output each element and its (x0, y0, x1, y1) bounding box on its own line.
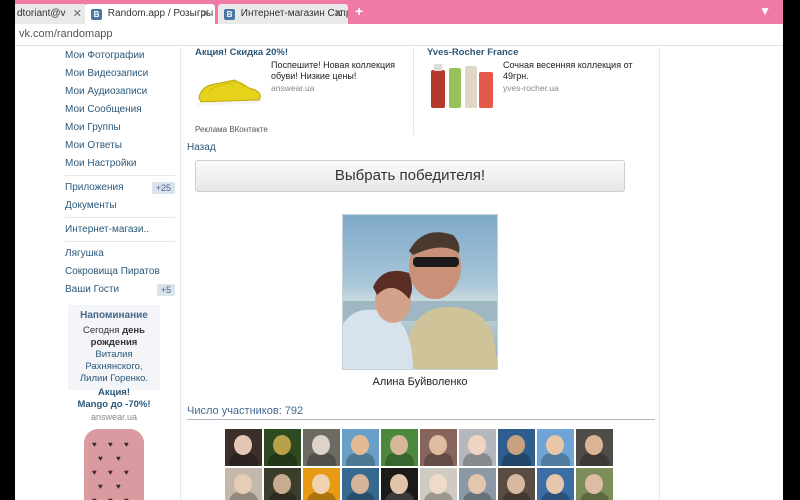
vk-favicon-icon: В (91, 8, 102, 20)
tab-mail[interactable]: dtoriant@v ✕ (15, 4, 87, 24)
nav-my-settings[interactable]: Мои Настройки (65, 155, 175, 173)
close-icon[interactable]: ✕ (201, 4, 210, 24)
nav-internet-shop[interactable]: Интернет-магази.. (65, 221, 175, 239)
back-link[interactable]: Назад (187, 142, 216, 153)
birthday-person-link[interactable]: Рахнянского, (72, 361, 156, 373)
vk-page: Мои Фотографии Мои Видеозаписи Мои Аудио… (15, 47, 783, 500)
ad-divider (413, 47, 414, 135)
winner-photo-image (343, 232, 497, 369)
participant-avatar[interactable] (264, 468, 301, 500)
winner-photo[interactable] (342, 214, 498, 370)
participants-count: Число участников: 792 (187, 405, 655, 420)
birthday-reminder: Напоминание Сегодня день рождения Витали… (68, 305, 160, 390)
address-bar[interactable]: vk.com/randomapp (15, 24, 783, 46)
browser-menu-icon[interactable]: ▼ (759, 4, 771, 18)
close-icon[interactable]: ✕ (334, 4, 343, 24)
birthday-person-link[interactable]: Лилии Горенко. (72, 373, 156, 385)
browser-window: dtoriant@v ✕ В Random.app / Розыгры ✕ В … (15, 0, 783, 500)
app-content: Акция! Скидка 20%! Поспешите! Новая колл… (180, 47, 660, 500)
participant-avatar[interactable] (498, 468, 535, 500)
participant-avatar[interactable] (459, 429, 496, 466)
nav-label: Ваши Гости (65, 284, 120, 295)
new-tab-button[interactable]: + (355, 3, 363, 19)
reminder-line: Сегодня день (83, 325, 145, 336)
participant-avatar[interactable] (576, 468, 613, 500)
close-icon[interactable]: ✕ (73, 4, 82, 24)
url-text[interactable]: vk.com/randomapp (19, 28, 113, 40)
participant-avatar[interactable] (303, 468, 340, 500)
left-navigation: Мои Фотографии Мои Видеозаписи Мои Аудио… (65, 47, 175, 299)
tab-random-app[interactable]: В Random.app / Розыгры ✕ (85, 4, 215, 24)
vk-favicon-icon: В (224, 8, 235, 20)
nav-divider (65, 217, 175, 218)
nav-divider (65, 241, 175, 242)
participant-avatar[interactable] (225, 468, 262, 500)
participant-avatar[interactable] (303, 429, 340, 466)
participant-avatar[interactable] (537, 468, 574, 500)
participant-avatar[interactable] (342, 429, 379, 466)
participant-avatar[interactable] (498, 429, 535, 466)
ad-source: answear.ua (271, 83, 315, 93)
nav-my-messages[interactable]: Мои Сообщения (65, 101, 175, 119)
nav-my-groups[interactable]: Мои Группы (65, 119, 175, 137)
participant-avatar[interactable] (420, 429, 457, 466)
tab-bar: dtoriant@v ✕ В Random.app / Розыгры ✕ В … (15, 0, 783, 24)
count-badge: +5 (156, 284, 175, 296)
participant-avatar[interactable] (381, 468, 418, 500)
cosmetics-image (431, 64, 493, 108)
nav-label: Приложения (65, 182, 124, 193)
ad-subtitle: Mango до -70%! (77, 399, 151, 410)
tab-label: dtoriant@v (17, 8, 66, 19)
sweater-image: ♥♥♥ ♥♥ ♥♥♥ ♥♥ ♥♥♥ (84, 429, 144, 500)
ad-source: answear.ua (90, 412, 138, 422)
ad-title: Акция! (97, 387, 130, 398)
nav-documents[interactable]: Документы (65, 197, 175, 215)
participant-avatar[interactable] (264, 429, 301, 466)
participant-avatar[interactable] (420, 468, 457, 500)
count-badge: +25 (151, 182, 175, 194)
participant-avatar[interactable] (381, 429, 418, 466)
ad-source: yves-rocher.ua (503, 83, 559, 93)
ad-title: Yves-Rocher France (427, 47, 519, 58)
participant-avatar[interactable] (225, 429, 262, 466)
nav-my-audio[interactable]: Мои Аудиозаписи (65, 83, 175, 101)
participant-avatar[interactable] (576, 429, 613, 466)
participant-avatar[interactable] (342, 468, 379, 500)
reminder-line: рождения Виталия (90, 337, 138, 360)
birthday-person-link[interactable]: Виталия (95, 349, 132, 360)
ad-label[interactable]: Реклама ВКонтакте (195, 125, 268, 134)
nav-pirate-treasures[interactable]: Сокровища Пиратов (65, 263, 175, 281)
pick-winner-button[interactable]: Выбрать победителя! (195, 160, 625, 192)
sneakers-image (196, 79, 262, 106)
nav-my-answers[interactable]: Мои Ответы (65, 137, 175, 155)
nav-frog-game[interactable]: Лягушка (65, 245, 175, 263)
tab-internet-shop[interactable]: В Интернет-магазин Сапр ✕ (218, 4, 348, 24)
ad-block-shoes[interactable]: Акция! Скидка 20%! Поспешите! Новая колл… (195, 47, 405, 118)
nav-divider (65, 175, 175, 176)
nav-apps[interactable]: Приложения +25 (65, 179, 175, 197)
ad-text: Сочная весенняя коллекция от 49грн. (503, 60, 633, 81)
participant-avatar[interactable] (459, 468, 496, 500)
ad-block-yves-rocher[interactable]: Yves-Rocher France Сочная весенняя колле… (427, 47, 657, 118)
nav-my-photos[interactable]: Мои Фотографии (65, 47, 175, 65)
reminder-title: Напоминание (80, 310, 148, 321)
ad-text: Поспешите! Новая коллекция обуви! Низкие… (271, 60, 396, 81)
ad-title: Акция! Скидка 20%! (195, 47, 288, 58)
nav-your-guests[interactable]: Ваши Гости +5 (65, 281, 175, 299)
tab-label: Интернет-магазин Сапр (240, 8, 348, 19)
sidebar-ad[interactable]: Акция! Mango до -70%! answear.ua ♥ ♥ ♥ ♥ ♥ … (68, 387, 160, 500)
tab-label: Random.app / Розыгры (107, 8, 214, 19)
winner-name[interactable]: Алина Буйволенко (302, 376, 538, 388)
participant-avatar[interactable] (537, 429, 574, 466)
nav-my-videos[interactable]: Мои Видеозаписи (65, 65, 175, 83)
